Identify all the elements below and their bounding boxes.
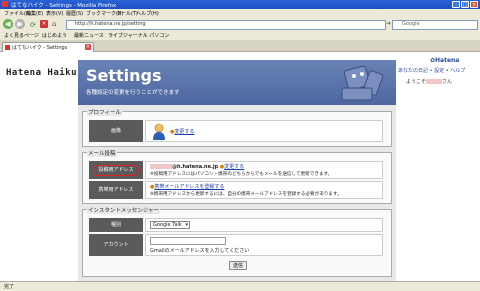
hatena-mark[interactable]: ✿Hatena	[430, 57, 459, 64]
im-type-value: Google Talk ▾	[145, 218, 383, 232]
post-address-domain: @h.hatena.ne.jp	[172, 164, 219, 170]
user-name[interactable]	[426, 79, 443, 84]
settings-content: プロフィール 画像 ●変更する メール投稿 投稿用アドレス @h.hatena.…	[78, 105, 396, 281]
menu-edit[interactable]: 編集(E)	[26, 10, 43, 17]
mail-legend: メール投稿	[87, 149, 117, 157]
welcome-suffix: さん	[442, 79, 453, 85]
forward-icon[interactable]: ▶	[15, 19, 25, 29]
menu-tools[interactable]: ツール(T)	[116, 10, 138, 17]
im-account-note: Gmailのメールアドレスを入力してください	[150, 248, 250, 254]
post-address-label-text: 投稿用アドレス	[93, 165, 139, 176]
robot-illustration	[341, 65, 384, 101]
hatena-favicon	[5, 45, 10, 50]
page-subtitle: 各種設定の変更を行うことができます	[86, 90, 180, 96]
post-address-value: @h.hatena.ne.jp ●変更する ※投稿用アドレスにはパソコン・携帯の…	[145, 161, 383, 179]
chevron-down-icon: ▾	[185, 222, 188, 228]
reload-icon[interactable]: ⟳	[30, 21, 36, 29]
home-icon[interactable]: ⌂	[52, 20, 56, 28]
mobile-address-label: 携帯用アドレス	[89, 181, 143, 199]
im-type-select[interactable]: Google Talk ▾	[150, 221, 190, 229]
maximize-button[interactable]: □	[461, 1, 469, 8]
image-label: 画像	[89, 120, 143, 142]
menu-help[interactable]: ヘルプ(H)	[136, 10, 159, 17]
post-address-label: 投稿用アドレス	[89, 161, 143, 179]
back-icon[interactable]: ◀	[3, 19, 13, 29]
post-address-change-link[interactable]: 変更する	[224, 164, 244, 170]
bookmark-item[interactable]: ライブジャーナル パソコン	[108, 32, 169, 39]
tab-settings[interactable]: はてなハイク - Settings ×	[2, 42, 94, 52]
menu-view[interactable]: 表示(V)	[46, 10, 63, 17]
navigation-toolbar: ◀ ▶ ⟳ × ⌂ http://h.hatena.ne.jp/setting …	[0, 17, 480, 31]
bookmark-item[interactable]: よく見るページ	[4, 32, 39, 39]
im-legend: インスタントメッセンジャー	[87, 206, 161, 214]
post-address-note: ※投稿用アドレスにはパソコン・携帯のどちらからでもメールを送信して更新できます。	[150, 172, 333, 177]
tab-close-icon[interactable]: ×	[85, 44, 91, 50]
page-title: Settings	[86, 66, 162, 85]
bookmark-item[interactable]: 最新ニュース	[74, 32, 104, 39]
im-account-label: アカウント	[89, 234, 143, 256]
search-input[interactable]: Google	[392, 20, 478, 30]
go-icon[interactable]: ➜	[386, 20, 391, 27]
firefox-icon	[2, 1, 8, 7]
stop-icon[interactable]: ×	[40, 20, 48, 28]
profile-change-link[interactable]: 変更する	[174, 129, 194, 135]
mobile-address-note: ※携帯用アドレスから更新するには、自分の携帯メールアドレスを登録する必要がありま…	[150, 192, 342, 197]
welcome-user: ようこそ さん	[406, 78, 452, 85]
im-account-input[interactable]	[150, 237, 226, 245]
im-account-value: Gmailのメールアドレスを入力してください	[145, 234, 383, 256]
user-links[interactable]: あなたの日記 • 設定 • ヘルプ	[398, 67, 465, 74]
minimize-button[interactable]: _	[452, 1, 460, 8]
image-value: ●変更する	[145, 120, 383, 142]
search-placeholder: Google	[402, 21, 420, 27]
address-bar-text: http://h.hatena.ne.jp/setting	[75, 21, 146, 27]
mobile-register-link[interactable]: 携帯メールアドレスを登録する	[154, 184, 224, 190]
im-type-label: 種別	[89, 218, 143, 232]
status-text: 完了	[4, 284, 15, 290]
tab-label: はてなハイク - Settings	[12, 45, 68, 51]
hatena-haiku-logo[interactable]: Hatena Haiku	[6, 68, 77, 78]
profile-legend: プロフィール	[87, 108, 122, 116]
im-type-selected: Google Talk	[153, 222, 182, 228]
menu-history[interactable]: 履歴(S)	[66, 10, 83, 17]
tab-bar: はてなハイク - Settings ×	[0, 40, 480, 52]
bookmark-item[interactable]: はじめよう	[42, 32, 67, 39]
close-button[interactable]: ×	[470, 1, 478, 8]
page-content: Hatena Haiku Settings 各種設定の変更を行うことができます …	[0, 52, 480, 281]
window-title: はてなハイク - Settings - Mozilla Firefox	[11, 3, 117, 9]
submit-button[interactable]: 送信	[229, 261, 247, 270]
settings-header: Settings 各種設定の変更を行うことができます	[78, 60, 396, 105]
profile-avatar-icon	[153, 123, 165, 140]
address-bar[interactable]: http://h.hatena.ne.jp/setting	[66, 20, 386, 30]
welcome-prefix: ようこそ	[406, 79, 427, 85]
post-address-user	[150, 164, 172, 169]
title-bar: はてなハイク - Settings - Mozilla Firefox _ □ …	[0, 0, 480, 9]
mobile-address-value: ●携帯メールアドレスを登録する ※携帯用アドレスから更新するには、自分の携帯メー…	[145, 181, 383, 199]
im-section: インスタントメッセンジャー 種別 Google Talk ▾ アカウント Gma…	[82, 206, 392, 277]
mail-section: メール投稿 投稿用アドレス @h.hatena.ne.jp ●変更する ※投稿用…	[82, 149, 392, 204]
profile-section: プロフィール 画像 ●変更する	[82, 108, 392, 147]
